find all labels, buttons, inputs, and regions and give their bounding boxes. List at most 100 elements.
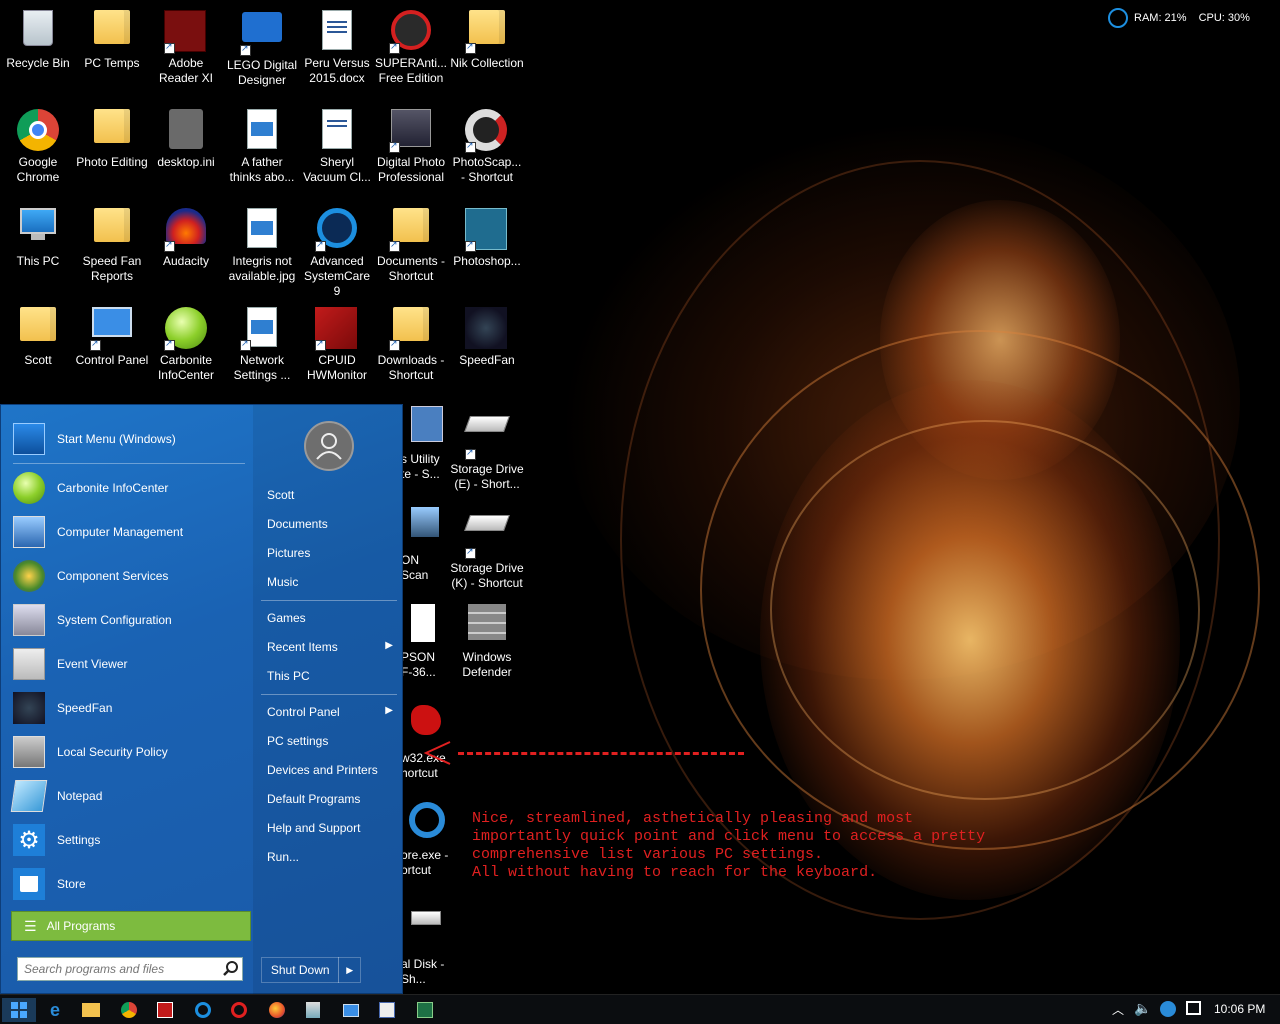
desktop-icon-audacity[interactable]: Audacity	[148, 202, 224, 269]
program-carbonite[interactable]: Carbonite InfoCenter	[13, 468, 249, 508]
taskbar-firefox[interactable]	[260, 998, 294, 1022]
link-this-pc[interactable]: This PC	[263, 663, 397, 689]
taskbar-control-panel[interactable]	[334, 998, 368, 1022]
word-document-icon	[315, 10, 359, 54]
start-search-box[interactable]	[17, 957, 243, 981]
taskbar-file-explorer[interactable]	[74, 998, 108, 1022]
desktop-icon-recycle-bin[interactable]: Recycle Bin	[0, 4, 76, 71]
chevron-up-icon[interactable]: ︿	[1112, 1001, 1124, 1018]
desktop-icon-this-pc[interactable]: This PC	[0, 202, 76, 269]
program-event-viewer[interactable]: Event Viewer	[13, 644, 249, 684]
separator	[261, 600, 397, 601]
gauge-icon	[1108, 8, 1128, 28]
volume-icon[interactable]: 🔈	[1134, 1000, 1151, 1017]
desktop-icon-desktop-ini[interactable]: desktop.ini	[148, 103, 224, 170]
link-default-programs[interactable]: Default Programs	[263, 786, 397, 812]
program-system-configuration[interactable]: System Configuration	[13, 600, 249, 640]
gear-file-icon	[164, 109, 208, 153]
program-computer-management[interactable]: Computer Management	[13, 512, 249, 552]
user-avatar[interactable]	[304, 421, 354, 471]
program-store[interactable]: Store	[13, 864, 249, 904]
desktop-icon-lego[interactable]: LEGO Digital Designer	[224, 4, 300, 88]
link-run[interactable]: Run...	[263, 844, 397, 870]
link-pictures[interactable]: Pictures	[263, 540, 397, 566]
folder-icon	[90, 208, 134, 252]
desktop-icon-storage-k[interactable]: Storage Drive (K) - Shortcut	[449, 499, 525, 591]
desktop-icon-downloads[interactable]: Downloads - Shortcut	[373, 301, 449, 383]
desktop-icon-network-settings[interactable]: Network Settings ...	[224, 301, 300, 383]
desktop-icon-speedfan-reports[interactable]: Speed Fan Reports	[74, 202, 150, 284]
desktop-icon-cpuid[interactable]: CPUID HWMonitor	[299, 301, 375, 383]
taskbar-clock[interactable]: 10:06 PM	[1214, 1002, 1265, 1016]
desktop-icon-photo-editing[interactable]: Photo Editing	[74, 103, 150, 170]
recycle-bin-icon	[16, 10, 60, 54]
taskbar-excel[interactable]	[408, 998, 442, 1022]
link-music[interactable]: Music	[263, 569, 397, 595]
start-menu-pinned-item[interactable]: Start Menu (Windows)	[13, 419, 249, 459]
taskbar-systemcare[interactable]	[186, 998, 220, 1022]
folder-icon	[465, 10, 509, 54]
taskbar-cpuid[interactable]	[148, 998, 182, 1022]
taskbar-cleaner[interactable]	[296, 998, 330, 1022]
desktop-icon-documents[interactable]: Documents - Shortcut	[373, 202, 449, 284]
gear-icon: ⚙	[13, 824, 45, 856]
shutdown-options-arrow-icon[interactable]: ▶	[338, 957, 360, 983]
link-documents[interactable]: Documents	[263, 511, 397, 537]
shutdown-button-group: Shut Down ▶	[261, 957, 361, 983]
performance-widget[interactable]: RAM: 21% CPU: 30%	[1108, 6, 1260, 30]
desktop-icon-digital-photo-professional[interactable]: Digital Photo Professional	[373, 103, 449, 185]
folder-icon	[90, 10, 134, 54]
taskbar-target-app[interactable]	[222, 998, 256, 1022]
user-icon	[316, 433, 342, 460]
link-pc-settings[interactable]: PC settings	[263, 728, 397, 754]
desktop-icon-windows-defender[interactable]: Windows Defender	[449, 598, 525, 680]
link-devices-printers[interactable]: Devices and Printers	[263, 757, 397, 783]
windows-logo-icon	[11, 1002, 27, 1018]
fan-icon	[13, 692, 45, 724]
chrome-icon	[121, 1002, 137, 1018]
taskbar-edge[interactable]: e	[38, 998, 72, 1022]
program-notepad[interactable]: Notepad	[10, 776, 249, 816]
notification-icon[interactable]	[1186, 1001, 1201, 1015]
desktop-icon-integris[interactable]: Integris not available.jpg	[224, 202, 300, 284]
desktop-icon-speedfan[interactable]: SpeedFan	[449, 301, 525, 368]
program-speedfan[interactable]: SpeedFan	[13, 688, 249, 728]
taskbar-chrome[interactable]	[112, 998, 146, 1022]
desktop-icon-superantispyware[interactable]: SUPERAnti... Free Edition	[373, 4, 449, 86]
link-recent-items[interactable]: Recent Items ▶	[263, 634, 397, 660]
monitor-icon	[16, 208, 60, 252]
desktop-icon-nik-collection[interactable]: Nik Collection	[449, 4, 525, 71]
image-file-icon	[240, 307, 284, 351]
control-panel-icon	[90, 307, 134, 351]
lego-brick-icon	[240, 12, 284, 56]
all-programs-button[interactable]: ☰ All Programs	[11, 911, 251, 941]
link-control-panel[interactable]: Control Panel ▶	[263, 699, 397, 725]
desktop-icon-pc-temps[interactable]: PC Temps	[74, 4, 150, 71]
component-services-icon	[13, 560, 45, 592]
desktop-icon-chrome[interactable]: Google Chrome	[0, 103, 76, 185]
desktop-icon-control-panel[interactable]: Control Panel	[74, 301, 150, 368]
taskbar-framemaker[interactable]	[370, 998, 404, 1022]
program-local-security-policy[interactable]: Local Security Policy	[13, 732, 249, 772]
desktop-icon-advanced-systemcare[interactable]: Advanced SystemCare 9	[299, 202, 375, 299]
search-icon[interactable]	[220, 959, 242, 979]
start-button[interactable]	[2, 998, 36, 1022]
desktop-icon-photoshop[interactable]: Photoshop...	[449, 202, 525, 269]
desktop-icon-carbonite[interactable]: Carbonite InfoCenter	[148, 301, 224, 383]
program-component-services[interactable]: Component Services	[13, 556, 249, 596]
link-games[interactable]: Games	[263, 605, 397, 631]
desktop-icon-a-father[interactable]: A father thinks abo...	[224, 103, 300, 185]
desktop-icon-storage-e[interactable]: Storage Drive (E) - Short...	[449, 400, 525, 492]
desktop-icon-adobe-reader[interactable]: Adobe Reader XI	[148, 4, 224, 86]
program-settings[interactable]: ⚙ Settings	[13, 820, 249, 860]
shutdown-button[interactable]: Shut Down	[262, 963, 338, 977]
link-user-folder[interactable]: Scott	[263, 482, 397, 508]
desktop-icon-sheryl[interactable]: Sheryl Vacuum Cl...	[299, 103, 375, 185]
desktop-icon-peru-docx[interactable]: Peru Versus 2015.docx	[299, 4, 375, 86]
network-globe-icon[interactable]	[1160, 1001, 1176, 1017]
search-input[interactable]	[18, 962, 220, 976]
folder-icon	[389, 208, 433, 252]
desktop-icon-photoscape[interactable]: PhotoScap... - Shortcut	[449, 103, 525, 185]
desktop-icon-scott[interactable]: Scott	[0, 301, 76, 368]
link-help-support[interactable]: Help and Support	[263, 815, 397, 841]
